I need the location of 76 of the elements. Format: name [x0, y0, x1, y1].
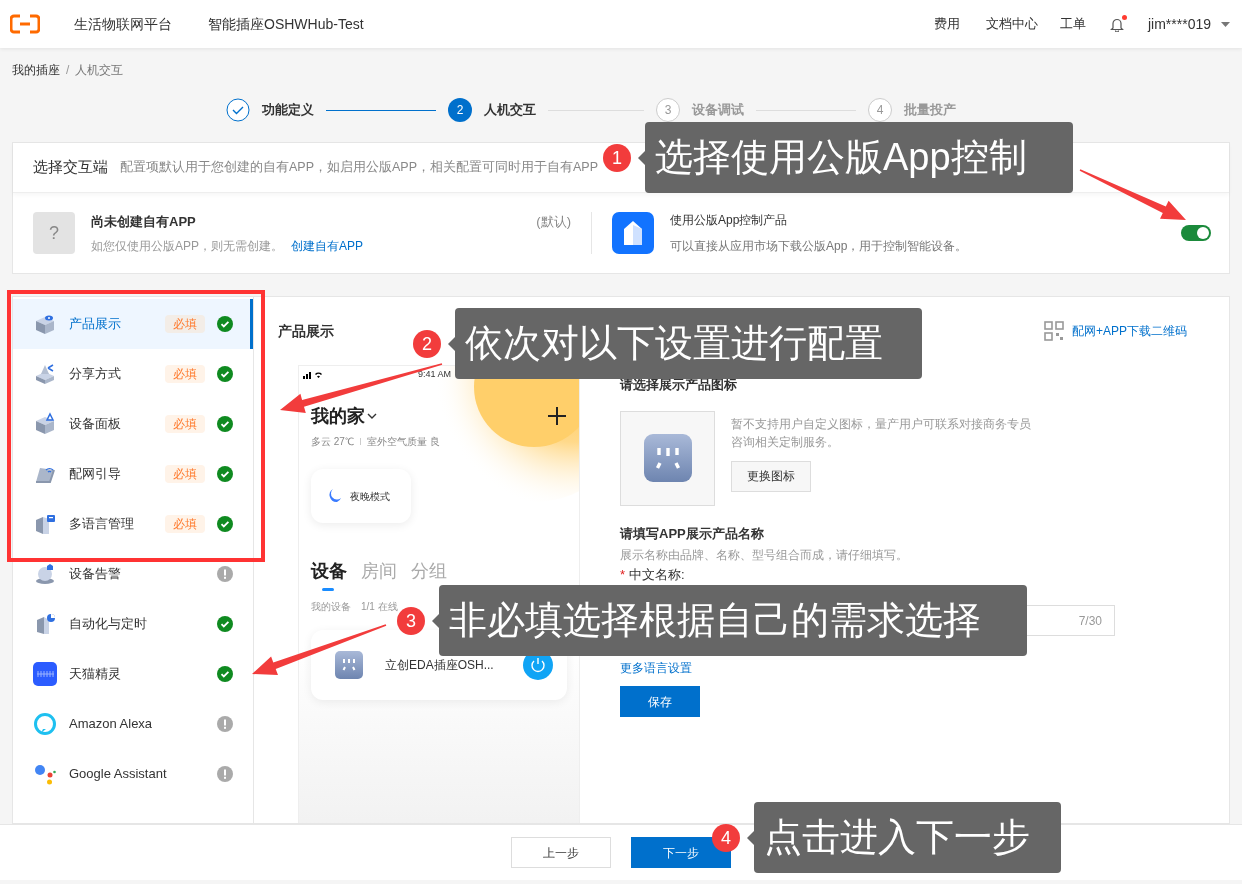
app-placeholder-icon: ?: [33, 212, 75, 254]
name-hint: 展示名称由品牌、名称、型号组合而成，请仔细填写。: [620, 547, 909, 563]
product-title[interactable]: 智能插座OSHWHub-Test: [208, 14, 364, 34]
previous-button[interactable]: 上一步: [511, 837, 611, 868]
user-menu[interactable]: jim****019: [1147, 14, 1230, 34]
save-button[interactable]: 保存: [620, 686, 700, 717]
moon-icon: [326, 488, 342, 504]
step-number: 4: [868, 98, 892, 122]
plus-icon[interactable]: [547, 406, 567, 426]
speaker-grille-icon: [33, 662, 57, 686]
platform-title[interactable]: 生活物联网平台: [74, 14, 172, 34]
step-label: 批量投产: [904, 101, 956, 120]
callout-tooltip: 点击进入下一步: [754, 802, 1061, 873]
step-label: 人机交互: [484, 101, 536, 120]
language-building-icon: [33, 512, 57, 536]
online-count: 1/1 在线: [361, 600, 398, 614]
sidebar-item[interactable]: 产品展示 必填: [13, 299, 253, 349]
socket-icon: [643, 434, 692, 482]
card-title: 选择交互端: [33, 157, 108, 178]
alarm-bell-icon: [33, 562, 57, 586]
toggle-switch[interactable]: [1181, 225, 1211, 241]
step-label: 功能定义: [262, 101, 314, 120]
card-description: 配置项默认用于您创建的自有APP，如启用公版APP，相关配置可同时用于自有APP: [120, 159, 599, 177]
chevron-down-icon: [367, 413, 377, 419]
section-title: 产品展示: [278, 322, 334, 341]
section-heading: 请选择展示产品图标: [620, 376, 738, 394]
nav-link[interactable]: 工单: [1059, 14, 1086, 34]
own-app-title: 尚未创建自有APP: [91, 213, 196, 232]
required-badge: 必填: [165, 465, 205, 483]
breadcrumb-link[interactable]: 人机交互: [75, 62, 124, 78]
signal-wifi-icon: [303, 371, 325, 379]
field-label: 中文名称:: [629, 567, 685, 583]
ring-icon: [33, 712, 57, 736]
logo-icon[interactable]: [10, 14, 40, 34]
house-icon: [612, 212, 654, 254]
required-badge: 必填: [165, 365, 205, 383]
air-quality-text: 室外空气质量 良: [366, 435, 440, 449]
required-badge: 必填: [165, 415, 205, 433]
public-app-title: 使用公版App控制产品: [670, 212, 789, 228]
caret-icon: [1221, 21, 1230, 27]
scene-card[interactable]: 夜晚模式: [311, 469, 411, 523]
default-tag: (默认): [536, 212, 571, 232]
required-mark: *: [620, 567, 626, 583]
callout-tooltip: 选择使用公版App控制: [645, 122, 1073, 193]
dots-icon: [33, 762, 57, 786]
qr-code-icon: [1043, 321, 1064, 341]
share-cube-icon: [33, 362, 57, 386]
more-languages-link[interactable]: 更多语言设置: [620, 660, 692, 676]
public-app-note: 可以直接从应用市场下载公版App，用于控制智能设备。: [670, 238, 969, 254]
status-time: 9:41 AM: [418, 368, 452, 382]
home-title[interactable]: 我的家: [311, 402, 365, 430]
step-number: 3: [656, 98, 680, 122]
weather-text: 多云 27℃: [311, 435, 354, 449]
nav-link[interactable]: 费用: [933, 14, 960, 34]
notification-button[interactable]: [1109, 16, 1124, 32]
device-list-label: 我的设备: [311, 600, 351, 614]
create-app-link[interactable]: 创建自有APP: [291, 237, 364, 254]
panel-cube-icon: [33, 412, 57, 436]
breadcrumb-link[interactable]: 我的插座: [12, 62, 60, 78]
callout-tooltip: 依次对以下设置进行配置: [455, 308, 922, 379]
step-label: 设备调试: [692, 101, 744, 120]
own-app-note: 如您仅使用公版APP，则无需创建。: [91, 237, 283, 254]
character-counter: 7/30: [1078, 612, 1102, 629]
nav-link[interactable]: 文档中心: [985, 14, 1038, 34]
breadcrumb-separator: /: [66, 62, 70, 78]
required-badge: 必填: [165, 315, 205, 333]
qr-code-link[interactable]: 配网+APP下载二维码: [1071, 323, 1187, 339]
socket-icon: [335, 651, 363, 679]
device-name: 立创EDA插座OSH...: [385, 657, 495, 673]
required-badge: 必填: [165, 515, 205, 533]
step-number: 2: [448, 98, 472, 122]
callout-tooltip: 非必填选择根据自己的需求选择: [439, 585, 1027, 656]
phone-tab[interactable]: 设备: [311, 557, 347, 591]
icon-note: 暂不支持用户自定义图标，量产用户可联系对接商务专员咨询相关定制服务。: [731, 415, 1032, 451]
change-icon-button[interactable]: 更换图标: [731, 460, 811, 492]
section-heading: 请填写APP展示产品名称: [620, 524, 765, 543]
